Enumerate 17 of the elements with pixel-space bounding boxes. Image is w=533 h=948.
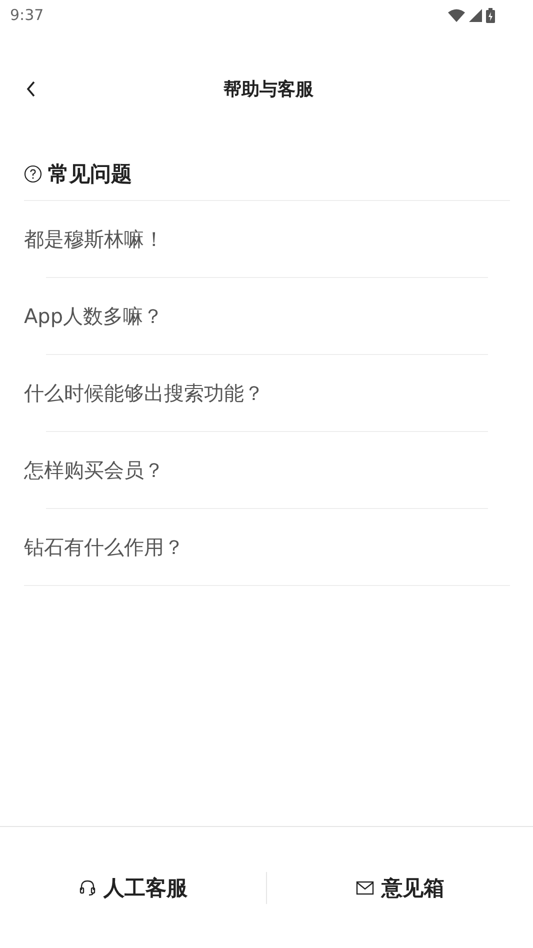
- faq-item[interactable]: App人数多嘛？: [24, 278, 510, 354]
- back-icon: [26, 81, 36, 97]
- battery-icon: [486, 8, 495, 22]
- faq-item[interactable]: 什么时候能够出搜索功能？: [24, 355, 510, 431]
- support-button[interactable]: 人工客服: [0, 866, 266, 910]
- section-title: 常见问题: [48, 161, 132, 188]
- faq-item[interactable]: 怎样购买会员？: [24, 432, 510, 508]
- wifi-icon: [448, 8, 465, 22]
- status-time: 9:37: [10, 6, 44, 24]
- faq-item[interactable]: 都是穆斯林嘛！: [24, 201, 510, 277]
- headset-icon: [78, 879, 96, 896]
- signal-icon: [469, 8, 482, 22]
- feedback-button[interactable]: 意见箱: [267, 866, 533, 910]
- page-title: 帮助与客服: [224, 78, 314, 101]
- help-icon: [24, 165, 42, 183]
- faq-item[interactable]: 钻石有什么作用？: [24, 509, 510, 585]
- envelope-icon: [356, 880, 374, 894]
